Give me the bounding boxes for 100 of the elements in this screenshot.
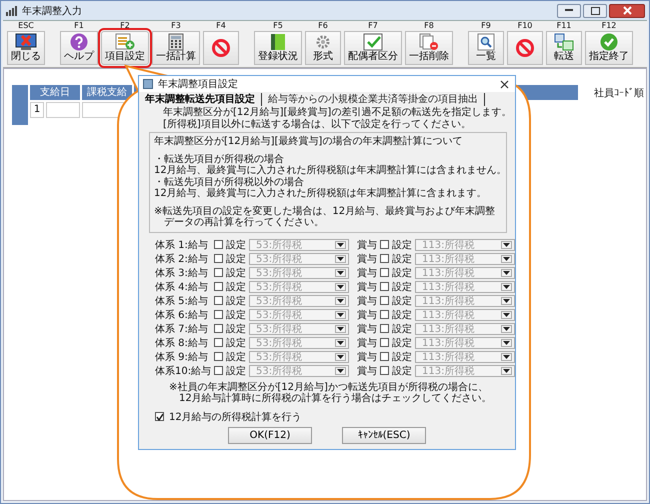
dropdown-caret-icon — [501, 310, 512, 318]
checkmark-icon — [156, 412, 163, 420]
row-label: 賞与 — [357, 280, 377, 294]
toolbar-button[interactable] — [507, 31, 543, 65]
toolbar-button[interactable]: 一覧 — [468, 31, 504, 65]
transfer-icon — [554, 33, 574, 51]
checkbox-label: 設定 — [392, 252, 412, 266]
function-key-label: F3 — [171, 21, 181, 31]
dropdown-caret-icon — [335, 254, 346, 262]
dropdown-caret-icon — [335, 282, 346, 290]
function-key-label: F12 — [602, 21, 616, 31]
window-icon — [143, 79, 153, 89]
dropdown-caret-icon — [501, 324, 512, 332]
checkbox-label: 設定 — [226, 350, 246, 364]
dropdown-caret-icon — [335, 268, 346, 276]
function-key-label: F8 — [424, 21, 434, 31]
checkbox-label: 設定 — [392, 280, 412, 294]
checkbox-label: 設定 — [226, 322, 246, 336]
row-label: 体系 6:給与 — [155, 308, 209, 322]
checkbox-label: 設定 — [392, 238, 412, 252]
function-key-label: F10 — [518, 21, 532, 31]
dialog-title: 年末調整項目設定 — [158, 78, 238, 91]
row-label: 賞与 — [357, 252, 377, 266]
function-key-label: ESC — [18, 21, 34, 31]
row-number: 1 — [30, 102, 44, 118]
dropdown-caret-icon — [501, 296, 512, 304]
info-text: ・転送先項目が所得税以外の場合 — [154, 176, 305, 188]
row-label: 賞与 — [357, 308, 377, 322]
checkbox-label: 設定 — [226, 294, 246, 308]
toolbar-button[interactable]: 形式 — [305, 31, 341, 65]
function-key-label: F2 — [120, 21, 130, 31]
checkbox-label: 設定 — [392, 266, 412, 280]
toolbar-button[interactable]: 一括削除 — [405, 31, 453, 65]
minimize-button[interactable] — [557, 4, 581, 18]
app-icon — [5, 6, 17, 16]
list-add-icon — [115, 33, 135, 51]
tab[interactable]: 給与等からの小規模企業共済等掛金の項目抽出 — [266, 93, 485, 106]
toolbar-button[interactable]: 項目設定 — [101, 31, 149, 65]
info-text: ※転送先項目の設定を変更した場合は、12月給与、最終賞与および年末調整 — [154, 206, 496, 216]
info-text: 年末調整区分が[12月給与][最終賞与]の場合の年末調整計算について — [154, 136, 464, 148]
dialog-button[interactable]: OK(F12) — [228, 426, 312, 444]
sidebar-strip — [12, 85, 28, 125]
toolbar-button[interactable]: 一括計算 — [152, 31, 200, 65]
info-text: 12月給与、最終賞与に入力された所得税額は年末調整計算に含まれます。 — [154, 188, 488, 200]
info-text: データの再計算を行ってください。 — [163, 217, 325, 228]
function-key-label: F6 — [318, 21, 328, 31]
dropdown-caret-icon — [335, 240, 346, 248]
table-cell — [46, 102, 80, 118]
close-icon — [500, 80, 508, 88]
check-icon — [600, 33, 618, 51]
checkbox[interactable] — [155, 412, 164, 421]
checkbox-label: 設定 — [226, 252, 246, 266]
row-label: 賞与 — [357, 322, 377, 336]
row-label: 体系 9:給与 — [155, 350, 209, 364]
dropdown-caret-icon — [501, 254, 512, 262]
toolbar-button[interactable]: 指定終了 — [585, 31, 633, 65]
column-header: 支給日 — [30, 85, 80, 100]
row-label: 体系 3:給与 — [155, 266, 209, 280]
row-label: 体系 1:給与 — [155, 238, 209, 252]
gear-icon — [314, 33, 332, 51]
function-key-label: F4 — [216, 21, 226, 31]
checkbox-label: 設定 — [226, 308, 246, 322]
column-header: 課税支給 — [82, 85, 132, 100]
checkbox-label: 設定 — [392, 364, 412, 378]
dropdown-caret-icon — [501, 366, 512, 374]
function-key-label: F5 — [273, 21, 283, 31]
close-icon — [15, 33, 37, 51]
dropdown-caret-icon — [501, 282, 512, 290]
row-label: 体系 8:給与 — [155, 336, 209, 350]
row-label: 体系 5:給与 — [155, 294, 209, 308]
close-icon — [622, 6, 632, 15]
toolbar-button[interactable]: ヘルプ — [60, 31, 98, 65]
binder-icon — [270, 33, 286, 51]
tab[interactable]: 年末調整転送先項目設定 — [143, 93, 262, 106]
info-text: 12月給与、最終賞与に入力された所得税額は年末調整計算には含まれません。 — [154, 165, 502, 176]
toolbar-button[interactable]: 転送 — [546, 31, 582, 65]
dialog-button[interactable]: ｷｬﾝｾﾙ(ESC) — [342, 426, 426, 444]
toolbar-button[interactable] — [203, 31, 239, 65]
checkbox-label: 設定 — [226, 238, 246, 252]
checkbox-label: 設定 — [392, 308, 412, 322]
maximize-icon — [590, 6, 600, 14]
note-text: 12月給与計算時に所得税の計算を行う場合はチェックしてください。 — [178, 393, 493, 404]
dropdown-caret-icon — [335, 352, 346, 360]
close-button[interactable] — [609, 4, 645, 18]
checkbox-label: 設定 — [226, 280, 246, 294]
toolbar-button[interactable]: 登録状況 — [254, 31, 302, 65]
toolbar-button[interactable]: 閉じる — [7, 31, 45, 65]
function-key-label: F7 — [368, 21, 378, 31]
instruction-text: 年末調整区分が[12月給与][最終賞与]の差引過不足額の転送先を指定します。 — [163, 107, 505, 118]
maximize-button[interactable] — [583, 4, 607, 18]
checkbox-label: 設定 — [392, 350, 412, 364]
documents-delete-icon — [419, 33, 439, 51]
toolbar-button[interactable]: 配偶者区分 — [344, 31, 402, 65]
prohibited-icon — [516, 39, 534, 57]
checkbox-label: 12月給与の所得税計算を行う — [169, 410, 302, 424]
row-label: 賞与 — [357, 238, 377, 252]
row-label: 体系 7:給与 — [155, 322, 209, 336]
help-icon — [70, 33, 88, 51]
checkbox-label: 設定 — [226, 266, 246, 280]
row-label: 体系 2:給与 — [155, 252, 209, 266]
